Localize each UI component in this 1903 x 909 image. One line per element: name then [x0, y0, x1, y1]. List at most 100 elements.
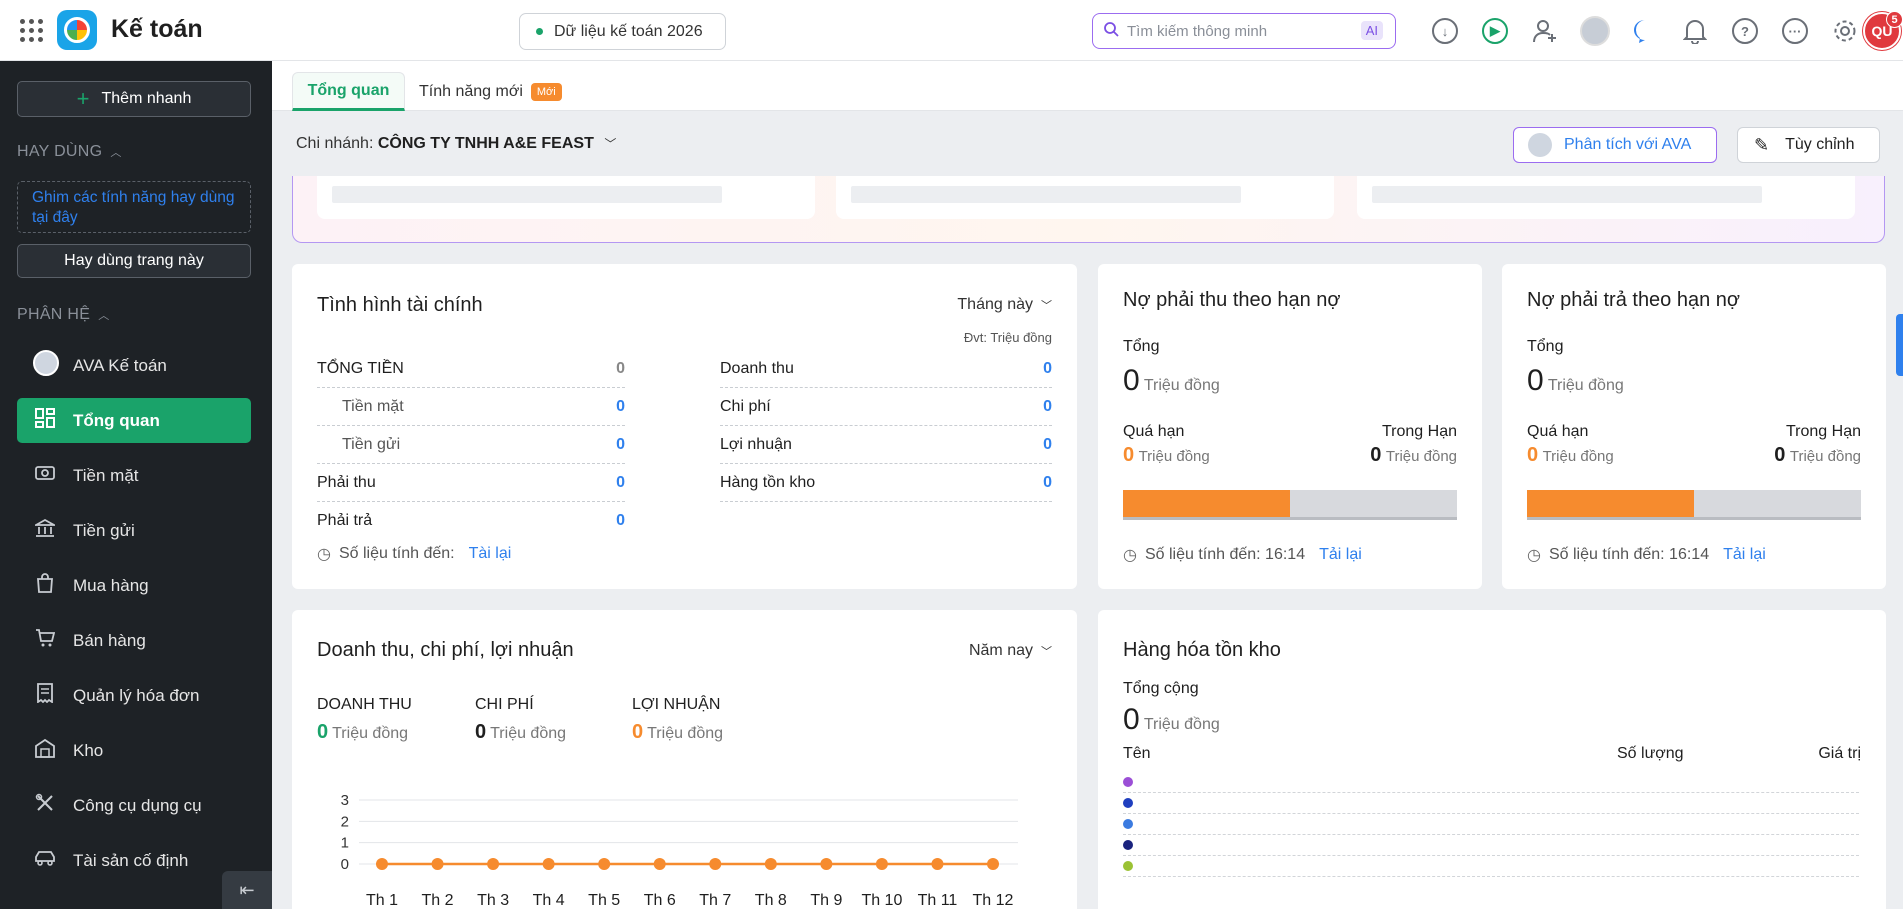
shopping-bag-icon: [33, 573, 57, 598]
chevron-up-icon: ︿: [98, 310, 110, 322]
smart-search[interactable]: Tìm kiếm thông minh AI: [1092, 13, 1396, 49]
database-label: Dữ liệu kế toán 2026: [554, 22, 703, 40]
kpi-label: LỢI NHUẬN: [632, 696, 721, 713]
data-point[interactable]: [709, 858, 722, 870]
card-title: Hàng hóa tồn kho: [1123, 639, 1281, 661]
collapse-sidebar-icon[interactable]: ⇤: [222, 871, 272, 909]
data-point[interactable]: [875, 858, 888, 870]
row-label: Tiền mặt: [342, 397, 404, 415]
finance-row[interactable]: Phải thu 0: [317, 464, 625, 502]
favorite-page-button[interactable]: Hay dùng trang này: [17, 244, 251, 278]
card-title: Doanh thu, chi phí, lợi nhuận: [317, 639, 574, 661]
download-icon[interactable]: ↓: [1420, 14, 1470, 48]
data-point[interactable]: [542, 858, 555, 870]
app-logo[interactable]: [57, 10, 97, 50]
in-term-number: 0: [1370, 444, 1382, 466]
reload-link[interactable]: Tải lại: [1723, 546, 1766, 564]
analyze-with-ava-button[interactable]: Phân tích với AVA: [1513, 127, 1717, 163]
finance-row[interactable]: Hàng tồn kho 0: [720, 464, 1052, 502]
warehouse-icon: [33, 738, 57, 763]
bank-icon: [32, 518, 58, 543]
finance-row[interactable]: Lợi nhuận 0: [720, 426, 1052, 464]
finance-row[interactable]: Doanh thu 0: [720, 350, 1052, 388]
sidebar-item-purchase[interactable]: Mua hàng: [17, 563, 251, 608]
revenue-line-chart: 0 1 2 3 Th 1 Th 2 Th 3 Th 4 Th 5 Th 6 Th 7 Th 8 Th 9…: [341, 792, 1018, 909]
tab-new-features[interactable]: Tính năng mới Mới: [419, 72, 562, 111]
apps-grid-icon[interactable]: [20, 19, 44, 43]
unit-label: Triệu đồng: [1143, 716, 1220, 733]
finance-row[interactable]: TỔNG TIỀN 0: [317, 350, 625, 388]
sidebar-item-cash[interactable]: Tiền mặt: [17, 453, 251, 498]
customize-button[interactable]: ✎ Tùy chỉnh: [1737, 127, 1880, 163]
data-point[interactable]: [598, 858, 611, 870]
inventory-row: [1123, 814, 1859, 835]
data-point[interactable]: [653, 858, 666, 870]
sidebar-item-ava[interactable]: AVA Kế toán: [17, 343, 251, 388]
play-icon[interactable]: ▶: [1470, 14, 1520, 48]
modules-section-header[interactable]: PHÂN HỆ ︿: [17, 306, 110, 324]
tab-overview[interactable]: Tổng quan: [292, 72, 405, 111]
sidebar-item-label: Mua hàng: [73, 575, 149, 595]
column-header-name[interactable]: Tên: [1123, 745, 1151, 763]
data-point[interactable]: [764, 858, 777, 870]
loading-banner: [292, 176, 1885, 243]
column-header-quantity[interactable]: Số lượng: [1617, 745, 1684, 763]
kpi-value: 0 Triệu đồng: [475, 721, 566, 744]
data-point[interactable]: [987, 858, 999, 870]
ava-assistant-icon[interactable]: [1570, 14, 1620, 48]
row-label: Doanh thu: [720, 359, 794, 377]
reload-link[interactable]: Tài lại: [469, 545, 512, 563]
row-value: 0: [616, 359, 625, 377]
bell-icon[interactable]: [1670, 14, 1720, 48]
quick-add-button[interactable]: + Thêm nhanh: [17, 81, 251, 117]
row-label: Tiền gửi: [342, 435, 401, 453]
finance-row[interactable]: Phải trả 0: [317, 502, 625, 540]
tab-bar: Tổng quan Tính năng mới Mới: [272, 61, 1903, 111]
sidebar-item-tools[interactable]: Công cụ dụng cụ: [17, 783, 251, 828]
total-label: Tổng: [1123, 338, 1160, 355]
finance-row[interactable]: Chi phí 0: [720, 388, 1052, 426]
sidebar-item-overview[interactable]: Tổng quan: [17, 398, 251, 443]
x-tick-label: Th 6: [644, 892, 676, 909]
finance-row[interactable]: Tiền mặt 0: [317, 388, 625, 426]
column-header-value[interactable]: Giá trị: [1818, 745, 1861, 763]
database-selector[interactable]: Dữ liệu kế toán 2026: [519, 13, 726, 50]
branch-selector[interactable]: Chi nhánh: CÔNG TY TNHH A&E FEAST ﹀: [296, 135, 616, 153]
data-point[interactable]: [487, 858, 500, 870]
reload-link[interactable]: Tải lại: [1319, 546, 1362, 564]
sidebar-item-fixed-assets[interactable]: Tài sản cố định: [17, 838, 251, 883]
more-icon[interactable]: ···: [1770, 14, 1820, 48]
sidebar-item-bank[interactable]: Tiền gửi: [17, 508, 251, 553]
row-label: Lợi nhuận: [720, 435, 792, 453]
chat-icon[interactable]: [1620, 14, 1670, 48]
modules-section-label: PHÂN HỆ: [17, 306, 91, 323]
chevron-up-icon: ︿: [110, 147, 122, 159]
legend-dot-icon: [1123, 777, 1133, 787]
data-point[interactable]: [820, 858, 833, 870]
period-dropdown[interactable]: Năm nay ﹀: [969, 642, 1052, 660]
data-point[interactable]: [931, 858, 944, 870]
notification-count-badge: 5: [1886, 11, 1903, 28]
row-label: TỔNG TIỀN: [317, 359, 404, 377]
finance-row[interactable]: Tiền gửi 0: [317, 426, 625, 464]
data-point[interactable]: [431, 858, 444, 870]
overdue-segment: [1527, 490, 1694, 517]
sidebar-item-label: Tiền gửi: [73, 520, 135, 540]
scroll-handle[interactable]: [1896, 314, 1903, 376]
favorites-section-header[interactable]: HAY DÙNG ︿: [17, 143, 122, 161]
unit-label: Triệu đồng: [1138, 448, 1210, 465]
sidebar-item-warehouse[interactable]: Kho: [17, 728, 251, 773]
help-icon[interactable]: ?: [1720, 14, 1770, 48]
data-point[interactable]: [376, 858, 388, 870]
overdue-value: 0 Triệu đồng: [1527, 444, 1614, 467]
search-input[interactable]: Tìm kiếm thông minh: [1127, 23, 1267, 40]
period-dropdown[interactable]: Tháng này ﹀: [957, 296, 1052, 314]
skeleton-card: [1357, 176, 1855, 219]
add-user-icon[interactable]: [1520, 14, 1570, 48]
sidebar-item-sales[interactable]: Bán hàng: [17, 618, 251, 663]
total-label: Tổng cộng: [1123, 680, 1199, 697]
overdue-label: Quá hạn: [1527, 423, 1589, 440]
sidebar-item-invoices[interactable]: Quản lý hóa đơn: [17, 673, 251, 718]
period-label: Năm nay: [968, 642, 1033, 659]
update-info: ◷ Số liệu tính đến: 16:14 Tải lại: [1123, 545, 1362, 565]
